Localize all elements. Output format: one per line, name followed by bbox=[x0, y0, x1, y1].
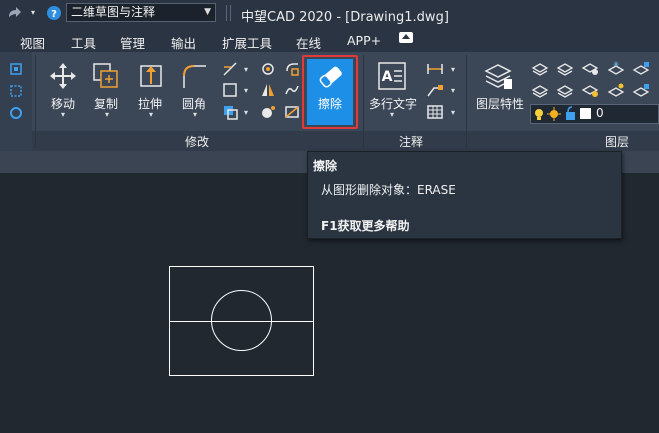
svg-text:?: ? bbox=[51, 9, 57, 20]
leader-icon[interactable] bbox=[426, 82, 444, 98]
redo-icon[interactable] bbox=[6, 5, 22, 21]
chevron-down-icon: ▼ bbox=[204, 7, 211, 17]
scale-icon[interactable] bbox=[284, 82, 302, 98]
window-title: 中望CAD 2020 - [Drawing1.dwg] bbox=[241, 10, 449, 25]
explode-dropdown-icon[interactable]: ▾ bbox=[244, 108, 248, 117]
layer-previous-icon[interactable] bbox=[556, 60, 574, 76]
layer-status-icons[interactable] bbox=[532, 105, 594, 123]
table-dropdown-icon[interactable]: ▾ bbox=[451, 108, 455, 117]
table-icon[interactable] bbox=[426, 104, 444, 120]
drawing-geometry[interactable] bbox=[0, 173, 659, 433]
erase-button-label: 擦除 bbox=[318, 97, 343, 111]
help-icon[interactable]: ? bbox=[46, 5, 62, 21]
offset-icon[interactable] bbox=[260, 61, 278, 77]
linear-dimension-icon[interactable] bbox=[426, 61, 444, 77]
title-separator-2 bbox=[230, 5, 231, 21]
layer-state-icon[interactable] bbox=[531, 60, 549, 76]
panel-separator bbox=[35, 55, 36, 148]
layer-match-icon[interactable] bbox=[531, 82, 549, 98]
menu-bar bbox=[0, 27, 659, 52]
rectangle-array-icon[interactable] bbox=[222, 82, 240, 98]
rotate-icon[interactable] bbox=[284, 61, 302, 77]
select-crossing-icon[interactable] bbox=[9, 84, 23, 98]
menu-item-app-plus[interactable]: APP+ bbox=[347, 33, 381, 48]
eraser-icon bbox=[319, 66, 342, 88]
menu-item-manage[interactable]: 管理 bbox=[120, 33, 145, 52]
layer-lock-icon[interactable] bbox=[632, 60, 650, 76]
layer-freeze-icon[interactable]: ✳ bbox=[607, 60, 625, 76]
current-layer-name: 0 bbox=[596, 106, 604, 120]
menu-item-output[interactable]: 输出 bbox=[171, 33, 196, 52]
mtext-dropdown-icon[interactable]: ▾ bbox=[390, 110, 394, 119]
workspace-select-value: 二维草图与注释 bbox=[71, 5, 156, 19]
array-dropdown-icon[interactable]: ▾ bbox=[244, 86, 248, 95]
trim-dropdown-icon[interactable]: ▾ bbox=[244, 65, 248, 74]
break-icon[interactable] bbox=[284, 104, 302, 120]
stretch-icon[interactable] bbox=[137, 62, 165, 90]
menu-item-view[interactable]: 视图 bbox=[20, 33, 45, 52]
title-separator bbox=[226, 5, 227, 21]
select-circle-icon[interactable] bbox=[9, 106, 23, 120]
mtext-icon[interactable]: A bbox=[377, 61, 407, 91]
fillet-dropdown-icon[interactable]: ▾ bbox=[193, 110, 197, 119]
move-icon[interactable] bbox=[49, 62, 77, 90]
modify-panel-title[interactable]: 修改 bbox=[185, 133, 209, 150]
layer-unlock-icon[interactable] bbox=[632, 82, 650, 98]
explode-icon[interactable] bbox=[222, 104, 240, 120]
menu-item-extensions[interactable]: 扩展工具 bbox=[222, 33, 272, 52]
tooltip-title: 擦除 bbox=[313, 159, 338, 173]
layer-isolate-icon[interactable] bbox=[581, 60, 599, 76]
layer-change-icon[interactable] bbox=[556, 82, 574, 98]
workspace-select[interactable]: 二维草图与注释 ▼ bbox=[66, 3, 216, 22]
stretch-dropdown-icon[interactable]: ▾ bbox=[149, 110, 153, 119]
move-dropdown-icon[interactable]: ▾ bbox=[61, 110, 65, 119]
ribbon-collapse-icon[interactable] bbox=[399, 32, 413, 43]
annotate-panel-title[interactable]: 注释 bbox=[399, 133, 423, 150]
copy-icon[interactable] bbox=[92, 62, 120, 90]
copy-dropdown-icon[interactable]: ▾ bbox=[105, 110, 109, 119]
layer-off-icon[interactable] bbox=[581, 82, 599, 98]
leader-dropdown-icon[interactable]: ▾ bbox=[451, 86, 455, 95]
layer-properties-icon[interactable] bbox=[482, 61, 514, 91]
layer-thaw-icon[interactable] bbox=[607, 82, 625, 98]
join-icon[interactable] bbox=[260, 104, 278, 120]
redo-dropdown-icon[interactable]: ▾ bbox=[31, 8, 35, 17]
panel-separator bbox=[363, 55, 364, 148]
trim-icon[interactable] bbox=[222, 61, 240, 77]
mirror-icon[interactable] bbox=[260, 82, 278, 98]
svg-text:✳: ✳ bbox=[613, 60, 620, 69]
svg-text:A: A bbox=[382, 69, 393, 85]
fillet-icon[interactable] bbox=[180, 62, 208, 90]
dimension-dropdown-icon[interactable]: ▾ bbox=[451, 65, 455, 74]
menu-item-online[interactable]: 在线 bbox=[296, 33, 321, 52]
panel-separator bbox=[466, 55, 467, 148]
layers-panel-title[interactable]: 图层 bbox=[605, 133, 629, 150]
layer-properties-label[interactable]: 图层特性 bbox=[476, 95, 524, 112]
drawn-circle[interactable] bbox=[211, 290, 272, 351]
select-window-icon[interactable] bbox=[9, 62, 23, 76]
menu-item-tools[interactable]: 工具 bbox=[71, 33, 96, 52]
ribbon-panel-footer bbox=[32, 131, 659, 151]
